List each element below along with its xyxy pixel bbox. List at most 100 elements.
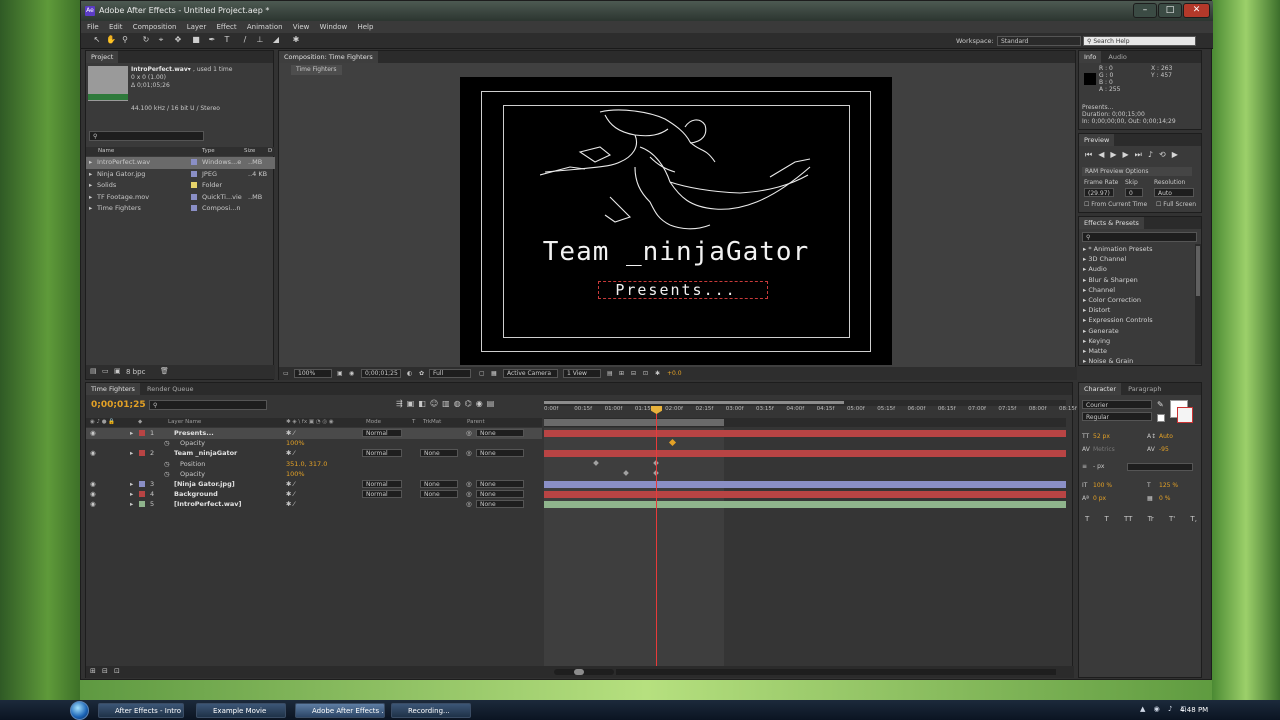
col-type[interactable]: Type [202,147,215,156]
fast-previews-icon[interactable]: ⊞ [619,367,624,380]
layer-duration-bar[interactable] [544,490,1066,498]
clock[interactable]: 4:48 PM [1180,706,1208,714]
camera-snapshot-icon[interactable]: ◉ [349,367,354,380]
eyedropper-icon[interactable]: ✎ [1157,400,1166,409]
ram-preview-icon[interactable]: ▶ [1172,150,1184,159]
project-item[interactable]: ▸ Ninja Gator.jpg JPEG ..4 KB [86,169,275,181]
parent-select[interactable]: None [476,500,524,509]
selection-tool-icon[interactable]: ↖ [92,35,102,45]
tab-project[interactable]: Project [86,51,119,63]
flowchart-icon[interactable]: ⊡ [643,367,648,380]
mute-icon[interactable]: ♪ [1148,150,1159,159]
live-update-icon[interactable]: ▣ [407,399,419,408]
tab-character[interactable]: Character [1079,383,1122,395]
parent-select[interactable]: None [476,449,524,458]
leading-value[interactable]: Auto [1159,433,1173,440]
last-frame-icon[interactable]: ⏭ [1135,150,1148,159]
effect-category[interactable]: ▸ Keying [1079,336,1195,346]
tracking-value[interactable]: -95 [1159,446,1169,453]
draft-3d-icon[interactable]: ◧ [418,399,430,408]
vertical-scale-value[interactable]: 100 % [1093,482,1112,489]
stroke-color-swatch[interactable] [1177,407,1193,423]
menu-layer[interactable]: Layer [187,23,207,31]
brush-tool-icon[interactable]: / [240,35,250,45]
effect-category[interactable]: ▸ Noise & Grain [1079,356,1195,366]
effect-category[interactable]: ▸ Expression Controls [1079,315,1195,325]
menu-composition[interactable]: Composition [133,23,177,31]
expand-transfer-controls-icon[interactable]: ⊟ [102,667,108,675]
layer-duration-bar[interactable] [544,429,1066,437]
blend-mode-select[interactable]: Normal [362,490,402,499]
twirl-icon[interactable]: ▸ [130,499,133,510]
timeline-timecode[interactable]: 0;00;01;25 [91,400,146,410]
full-screen-checkbox[interactable]: ☐ Full Screen [1156,201,1196,208]
always-preview-icon[interactable]: ▭ [283,367,289,380]
close-button[interactable]: ✕ [1183,3,1210,18]
start-button[interactable] [70,701,89,720]
parent-select[interactable]: None [476,490,524,499]
layer-switches-icon[interactable]: ✱ ⁄ [286,499,295,510]
subscript-button[interactable]: T, [1190,515,1197,523]
expand-in-out-icon[interactable]: ⊡ [114,667,120,675]
zoom-slider[interactable] [554,669,614,675]
col-name[interactable]: Name [98,147,114,156]
timeline-scrollbar[interactable] [616,669,1056,675]
motion-blur-icon[interactable]: ◍ [454,399,465,408]
project-item[interactable]: ▸ IntroPerfect.wav Windows...e ..MB [86,157,275,169]
snapshot-icon[interactable]: ✿ [419,367,424,380]
workspace-select[interactable]: Standard [997,36,1081,46]
col-trkmat[interactable]: TrkMat [423,418,441,427]
view-layout-select[interactable]: 1 View [563,369,601,378]
tab-render-queue[interactable]: Render Queue [142,383,199,395]
current-time-indicator[interactable] [656,406,657,668]
effect-category[interactable]: ▸ 3D Channel [1079,254,1195,264]
project-file-name[interactable]: IntroPerfect.wav▾ [131,66,191,73]
first-frame-icon[interactable]: ⏮ [1085,150,1098,159]
parent-select[interactable]: None [476,429,524,437]
menu-view[interactable]: View [293,23,310,31]
project-item[interactable]: ▸ Time Fighters Composi...n [86,203,275,215]
superscript-button[interactable]: T' [1169,515,1175,523]
timeline-icon[interactable]: ⊟ [631,367,636,380]
time-ruler[interactable]: 0:00f 00:15f 01:00f 01:15f 02:00f 02:15f 03:00… [544,406,1077,418]
mask-tool-icon[interactable]: ■ [191,35,201,45]
comp-breadcrumb[interactable]: Time Fighters [291,65,342,75]
layer-label-swatch[interactable] [139,430,145,436]
color-channel-icon[interactable]: ◐ [407,367,412,380]
kerning-value[interactable]: Metrics [1093,446,1115,453]
interpret-footage-icon[interactable]: ▤ [90,367,97,375]
effect-category[interactable]: ▸ Audio [1079,264,1195,274]
effect-category[interactable]: ▸ * Animation Presets [1079,244,1195,254]
layer-label-swatch[interactable] [139,491,145,498]
project-item[interactable]: ▸ TF Footage.mov QuickTi...vie ..MB [86,192,275,204]
exposure-icon[interactable]: ✱ [655,367,660,380]
new-folder-icon[interactable]: ▭ [102,367,109,375]
layer-duration-bar[interactable] [544,500,1066,508]
layer-label-swatch[interactable] [139,501,145,508]
all-caps-button[interactable]: TT [1124,515,1132,523]
zoom-select[interactable]: 100% [294,369,332,378]
maximize-button[interactable]: □ [1158,3,1182,18]
resolution-select[interactable]: Full [429,369,471,378]
menu-help[interactable]: Help [357,23,373,31]
label-color-swatch[interactable] [191,193,197,200]
rotate-tool-icon[interactable]: ↻ [141,35,151,45]
project-item[interactable]: ▸ Solids Folder [86,180,275,192]
task-after-effects-intro[interactable]: After Effects - Intro [98,703,184,718]
col-parent[interactable]: Parent [467,418,485,427]
prev-frame-icon[interactable]: ◀ [1098,150,1110,159]
camera-tool-icon[interactable]: ⌖ [156,35,166,45]
menu-animation[interactable]: Animation [247,23,283,31]
trkmat-select[interactable]: None [420,480,458,488]
comp-mini-flowchart-icon[interactable]: ⇶ [396,399,407,408]
zoom-tool-icon[interactable]: ⚲ [120,35,130,45]
stroke-style-select[interactable] [1127,463,1193,471]
work-area-range[interactable] [544,419,724,426]
graph-editor-icon[interactable]: ▤ [487,399,499,408]
layer-label-swatch[interactable] [139,481,145,487]
col-mode[interactable]: Mode [366,418,381,427]
brainstorm-icon[interactable]: ⌬ [465,399,476,408]
effect-category[interactable]: ▸ Distort [1079,305,1195,315]
tab-info[interactable]: Info [1079,51,1102,63]
font-family-select[interactable]: Courier [1082,400,1152,409]
